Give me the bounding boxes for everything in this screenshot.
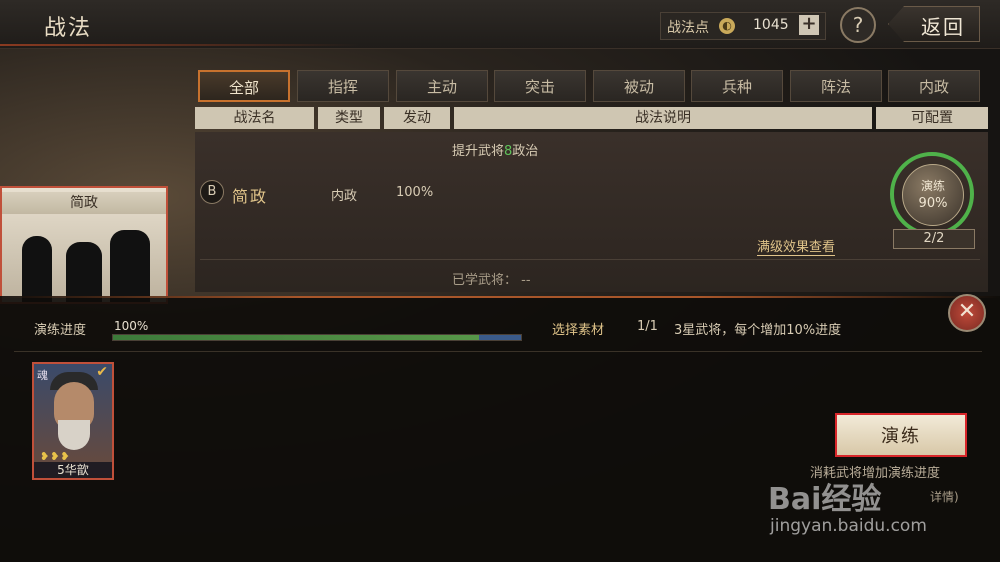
learned-generals: 已学武将： -- — [452, 273, 531, 288]
general-beard — [58, 420, 90, 450]
skill-rate: 100% — [396, 185, 434, 200]
progress-fill-tail — [479, 335, 521, 340]
details-tip[interactable]: 详情) — [930, 488, 959, 505]
progress-fill — [113, 335, 521, 340]
tab-assault[interactable]: 突击 — [494, 70, 586, 102]
tab-bar: 全部 指挥 主动 突击 被动 兵种 阵法 内政 — [198, 70, 988, 104]
config-count: 2/2 — [893, 229, 975, 249]
tab-all[interactable]: 全部 — [198, 70, 290, 102]
silhouette-figure — [22, 236, 52, 302]
column-header-type[interactable]: 类型 — [318, 107, 380, 129]
help-button[interactable]: ? — [840, 7, 876, 43]
skill-row[interactable] — [195, 132, 988, 292]
grade-b-icon: B — [200, 180, 224, 204]
tab-passive[interactable]: 被动 — [593, 70, 685, 102]
tab-internal[interactable]: 内政 — [888, 70, 980, 102]
panel-divider — [14, 351, 982, 352]
progress-label: 演练进度 — [34, 323, 87, 338]
train-ring-inner: 演练 90% — [902, 164, 964, 226]
panel-border — [0, 296, 1000, 298]
skill-name: 简政 — [232, 187, 269, 206]
ring-label: 演练 — [920, 179, 945, 193]
back-button[interactable]: 返回 — [888, 6, 980, 42]
close-button[interactable]: ✕ — [948, 294, 986, 332]
coin-icon: ◐ — [719, 18, 735, 34]
progress-value: 100% — [114, 319, 149, 333]
column-header-configurable[interactable]: 可配置 — [876, 107, 988, 129]
skill-card: 简政 — [0, 186, 168, 304]
points-value: 1045 — [753, 17, 789, 33]
watermark-url: jingyan.baidu.com — [770, 516, 927, 536]
skill-points-display: 战法点 ◐ 1045 + — [660, 12, 826, 40]
add-points-button[interactable]: + — [799, 15, 819, 35]
selection-count: 1/1 — [637, 319, 658, 334]
row-divider — [200, 259, 980, 260]
tab-command[interactable]: 指挥 — [297, 70, 389, 102]
column-header-trigger[interactable]: 发动 — [384, 107, 450, 129]
title-underline — [0, 44, 360, 46]
watermark-logo: Bai经验 — [768, 482, 882, 517]
progress-bar — [112, 334, 522, 341]
silhouette-figure — [110, 230, 150, 302]
train-progress-ring[interactable]: 演练 90% — [890, 152, 974, 236]
train-button[interactable]: 演练 — [835, 413, 967, 457]
column-header-name[interactable]: 战法名 — [195, 107, 314, 129]
points-label: 战法点 — [667, 20, 709, 36]
skill-description: 提升武将8政治 — [452, 144, 539, 159]
full-effect-link[interactable]: 满级效果查看 — [757, 236, 836, 256]
tab-troop[interactable]: 兵种 — [691, 70, 783, 102]
tab-active[interactable]: 主动 — [396, 70, 488, 102]
select-material-label: 选择素材 — [552, 323, 605, 338]
page-title: 战法 — [44, 16, 93, 41]
soul-badge: 魂 — [37, 369, 48, 382]
column-header-description: 战法说明 — [454, 107, 872, 129]
skill-card-title: 简政 — [2, 192, 166, 214]
skill-type: 内政 — [331, 189, 358, 204]
silhouette-figure — [66, 242, 102, 302]
selection-note: 3星武将，每个增加10%进度 — [674, 323, 842, 338]
back-label: 返回 — [921, 15, 965, 39]
ring-percent: 90% — [918, 196, 948, 211]
general-name: 5华歆 — [34, 462, 112, 478]
general-card[interactable]: 魂 ✔ ❥❥❥ 5华歆 — [32, 362, 114, 480]
check-icon: ✔ — [96, 364, 108, 380]
tab-formation[interactable]: 阵法 — [790, 70, 882, 102]
